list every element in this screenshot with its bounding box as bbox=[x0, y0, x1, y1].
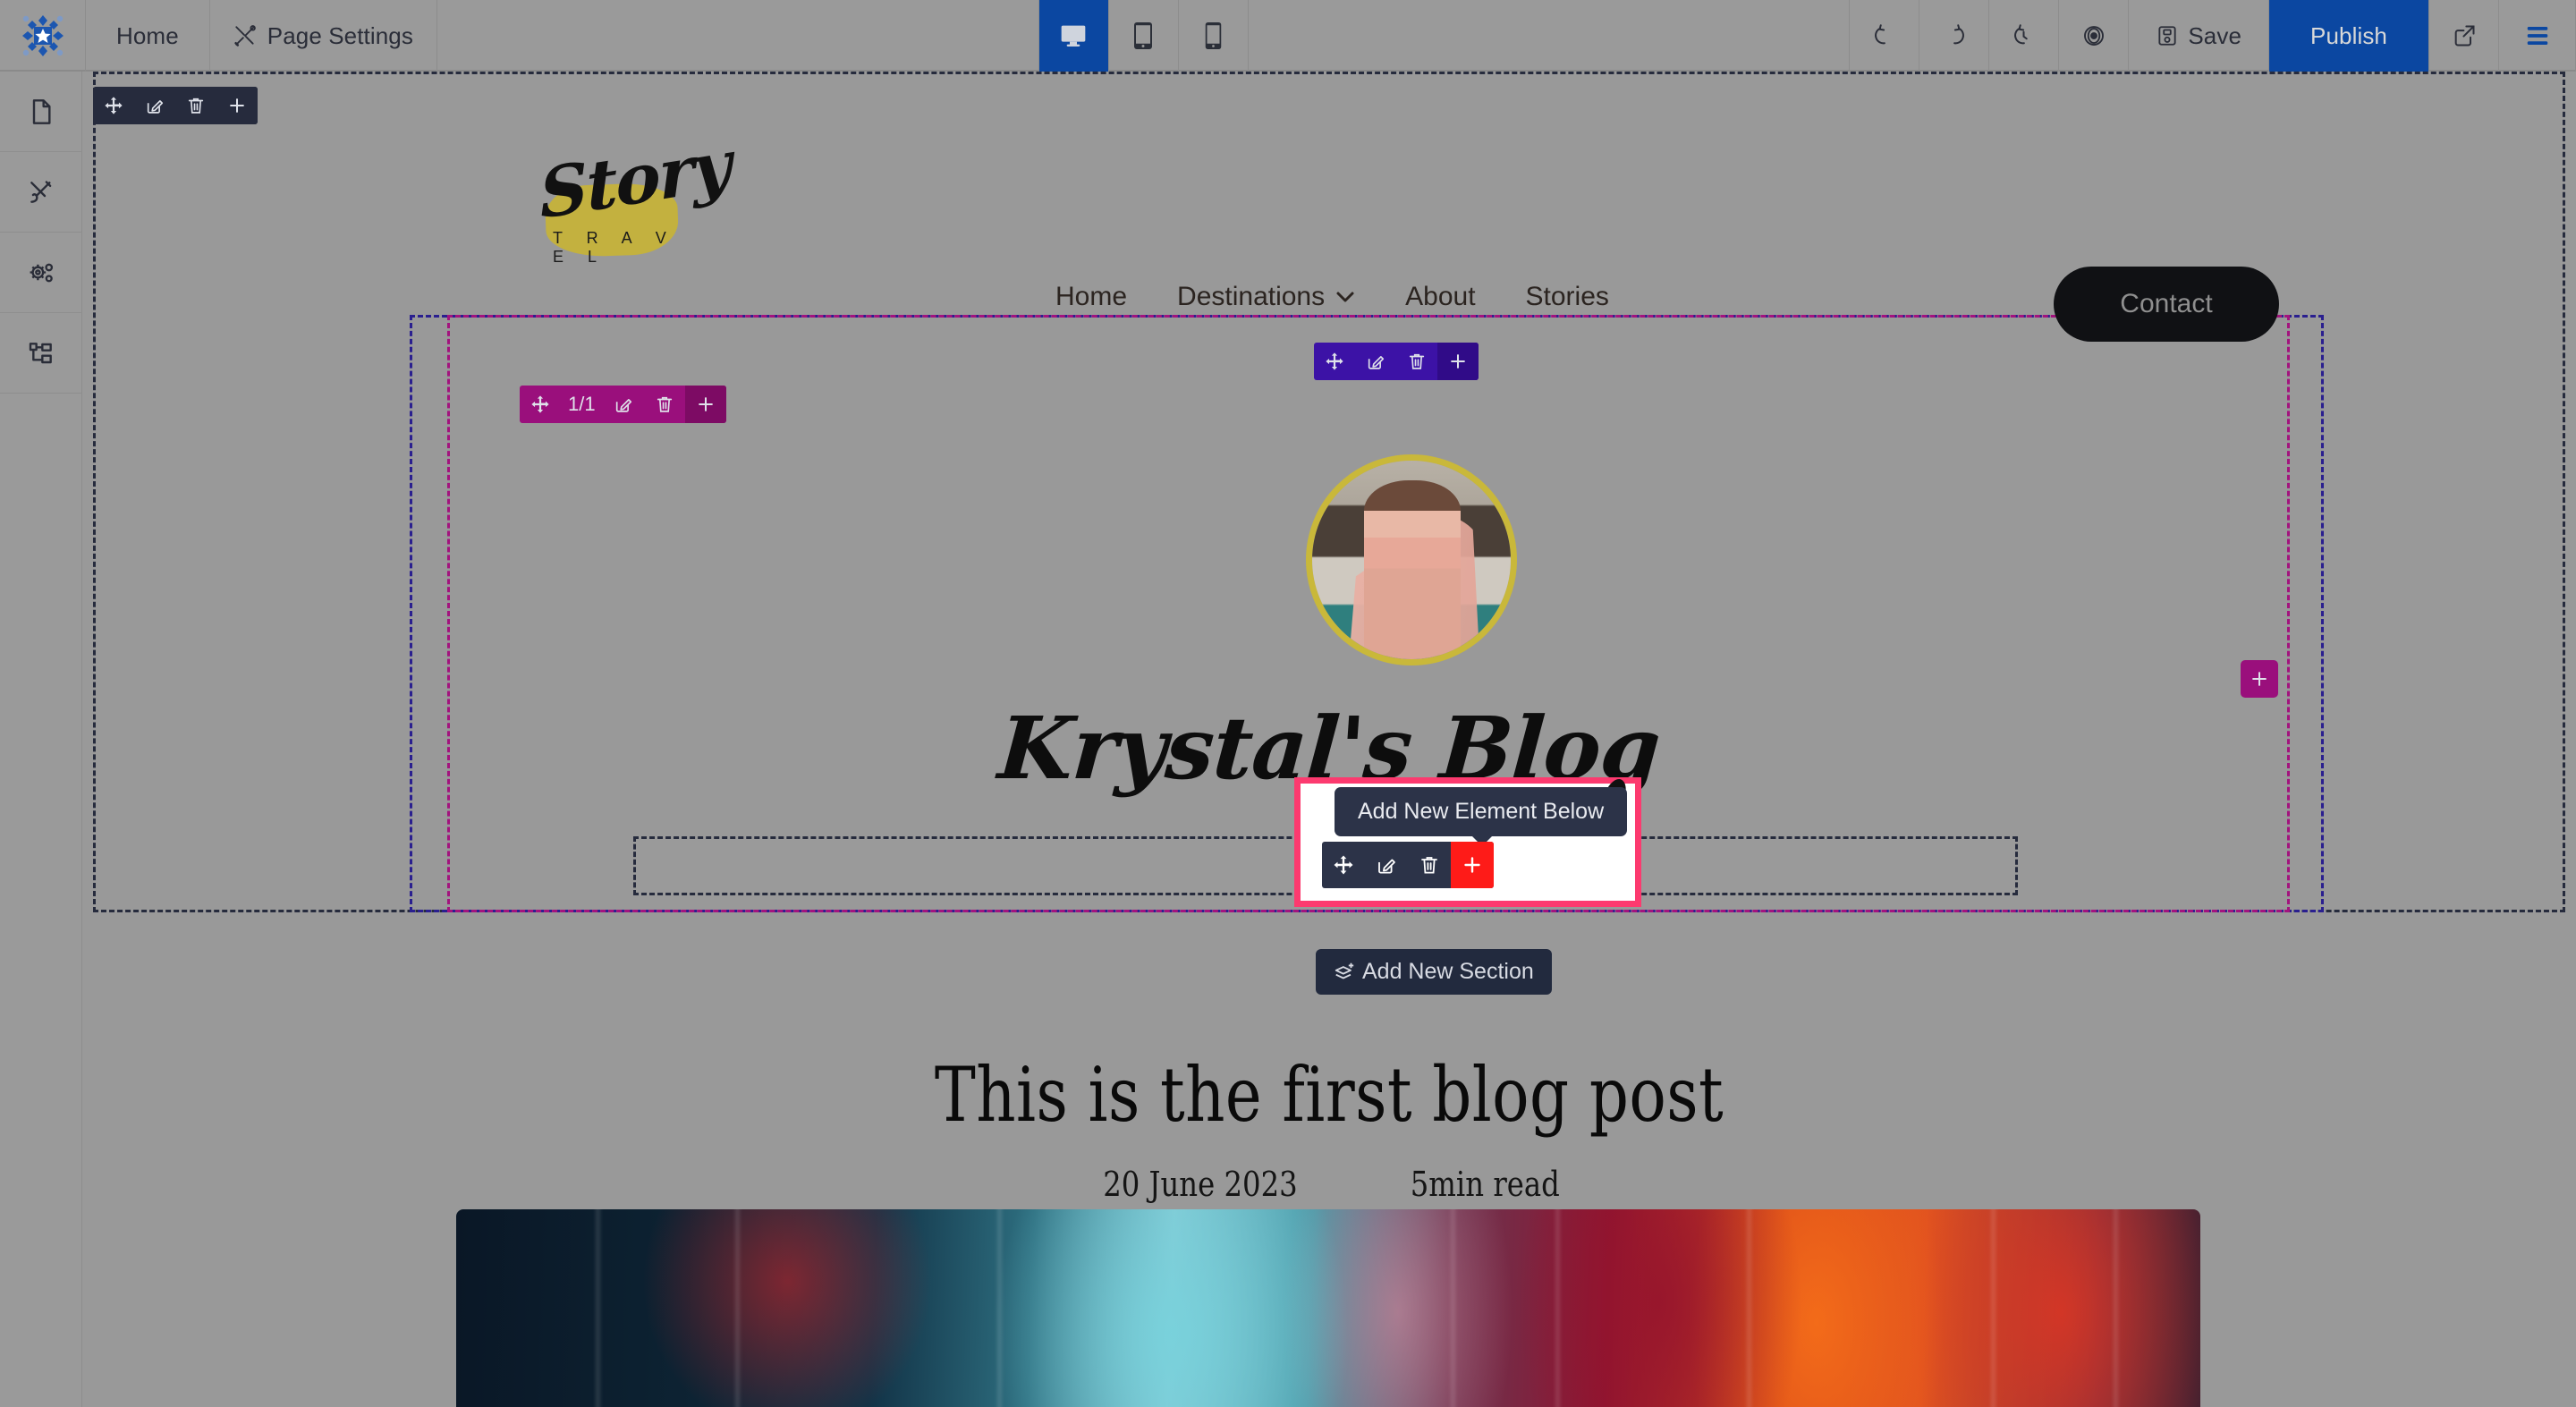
redo-button[interactable] bbox=[1919, 0, 1990, 72]
section-add-button[interactable] bbox=[216, 87, 258, 124]
column-delete-button[interactable] bbox=[644, 386, 685, 423]
sidebar-item-settings[interactable] bbox=[0, 233, 82, 313]
post-read-time: 5min read bbox=[1410, 1165, 1560, 1204]
row-delete-button[interactable] bbox=[1396, 343, 1437, 380]
editor-canvas: Story T R A V E L Home Destinations Abou… bbox=[82, 72, 2576, 1407]
add-element-tooltip: Add New Element Below bbox=[1335, 787, 1628, 846]
tablet-icon bbox=[1131, 22, 1155, 49]
tree-structure-icon bbox=[27, 339, 55, 368]
layers-plus-icon bbox=[1334, 961, 1357, 984]
row-toolbar bbox=[1314, 343, 1479, 380]
device-tablet-button[interactable] bbox=[1109, 0, 1179, 72]
page-name-home[interactable]: Home bbox=[86, 0, 210, 72]
topbar-spacer-right bbox=[1249, 0, 1851, 70]
page-document-icon bbox=[27, 97, 55, 126]
undo-icon bbox=[1871, 22, 1898, 49]
editor-top-bar: Home Page Settings Save Publish bbox=[0, 0, 2576, 72]
undo-button[interactable] bbox=[1850, 0, 1920, 72]
sidebar-item-design[interactable] bbox=[0, 152, 82, 233]
post-cover-image[interactable] bbox=[456, 1209, 2200, 1407]
page-settings-button[interactable]: Page Settings bbox=[210, 0, 437, 72]
column-edit-button[interactable] bbox=[603, 386, 644, 423]
eye-icon bbox=[2080, 22, 2107, 49]
post-date: 20 June 2023 bbox=[1102, 1165, 1298, 1204]
app-logo[interactable] bbox=[0, 0, 86, 72]
add-new-section-label: Add New Section bbox=[1362, 959, 1534, 984]
preview-button[interactable] bbox=[2059, 0, 2130, 72]
sidebar-item-pages[interactable] bbox=[0, 72, 82, 152]
mobile-icon bbox=[1203, 22, 1224, 49]
diamond-star-logo-icon bbox=[21, 15, 64, 56]
publish-label: Publish bbox=[2310, 21, 2387, 49]
home-label: Home bbox=[116, 21, 179, 49]
avatar-person-shape bbox=[1364, 480, 1461, 659]
row-move-button[interactable] bbox=[1314, 343, 1355, 380]
desktop-icon bbox=[1059, 21, 1088, 50]
nav-item-home-label: Home bbox=[1055, 282, 1128, 311]
element-edit-button[interactable] bbox=[1365, 842, 1408, 888]
open-site-button[interactable] bbox=[2429, 0, 2499, 72]
tools-icon bbox=[233, 24, 257, 47]
nav-item-about[interactable]: About bbox=[1380, 282, 1500, 312]
post-meta: 20 June 2023 5min read bbox=[82, 1165, 2576, 1204]
logo-sub-text: T R A V E L bbox=[553, 229, 676, 266]
topbar-spacer-left bbox=[437, 0, 1039, 70]
contact-button[interactable]: Contact bbox=[2054, 267, 2279, 342]
nav-item-stories-label: Stories bbox=[1525, 282, 1609, 311]
nav-item-about-label: About bbox=[1405, 282, 1476, 311]
logo-script-text: Story bbox=[537, 124, 732, 234]
floppy-disk-icon bbox=[2156, 24, 2179, 47]
history-icon bbox=[2011, 22, 2038, 49]
publish-button[interactable]: Publish bbox=[2269, 0, 2429, 72]
nav-item-stories[interactable]: Stories bbox=[1501, 282, 1634, 312]
site-logo[interactable]: Story T R A V E L bbox=[530, 124, 732, 266]
nav-item-destinations-label: Destinations bbox=[1177, 282, 1326, 311]
section-move-button[interactable] bbox=[93, 87, 134, 124]
editor-left-rail bbox=[0, 72, 82, 1407]
column-add-button[interactable] bbox=[684, 386, 726, 423]
gears-icon bbox=[27, 258, 56, 287]
avatar[interactable] bbox=[1306, 454, 1517, 665]
element-toolbar bbox=[1322, 842, 1494, 888]
external-link-icon bbox=[2452, 23, 2477, 48]
row-edit-button[interactable] bbox=[1355, 343, 1396, 380]
chevron-down-icon bbox=[1335, 291, 1355, 303]
nav-item-destinations[interactable]: Destinations bbox=[1152, 282, 1380, 312]
row-add-button[interactable] bbox=[1437, 343, 1479, 380]
column-toolbar: 1/1 bbox=[520, 386, 726, 423]
device-mobile-button[interactable] bbox=[1179, 0, 1249, 72]
contact-button-label: Contact bbox=[2120, 289, 2213, 318]
nav-item-home[interactable]: Home bbox=[1030, 282, 1152, 312]
column-move-button[interactable] bbox=[520, 386, 561, 423]
history-button[interactable] bbox=[1989, 0, 2060, 72]
element-delete-button[interactable] bbox=[1408, 842, 1451, 888]
device-desktop-button[interactable] bbox=[1038, 0, 1109, 72]
section-delete-button[interactable] bbox=[175, 87, 216, 124]
section-toolbar bbox=[93, 87, 258, 124]
section-edit-button[interactable] bbox=[134, 87, 175, 124]
main-menu-button[interactable] bbox=[2499, 0, 2576, 72]
site-nav: Home Destinations About Stories bbox=[1030, 282, 1634, 312]
save-label: Save bbox=[2188, 21, 2242, 49]
page-settings-label: Page Settings bbox=[267, 21, 413, 49]
hamburger-menu-icon bbox=[2524, 24, 2551, 47]
post-title[interactable]: This is the first blog post bbox=[307, 1051, 2351, 1139]
element-add-button[interactable] bbox=[1451, 842, 1494, 888]
element-move-button[interactable] bbox=[1322, 842, 1365, 888]
save-button[interactable]: Save bbox=[2129, 0, 2270, 72]
add-new-section-button[interactable]: Add New Section bbox=[1316, 949, 1552, 995]
redo-icon bbox=[1941, 22, 1968, 49]
column-counter: 1/1 bbox=[568, 393, 596, 415]
site-header: Story T R A V E L Home Destinations Abou… bbox=[82, 124, 2576, 342]
column-add-right-button[interactable] bbox=[2241, 660, 2278, 698]
sidebar-item-layers[interactable] bbox=[0, 313, 82, 394]
brush-pencil-icon bbox=[27, 178, 55, 207]
